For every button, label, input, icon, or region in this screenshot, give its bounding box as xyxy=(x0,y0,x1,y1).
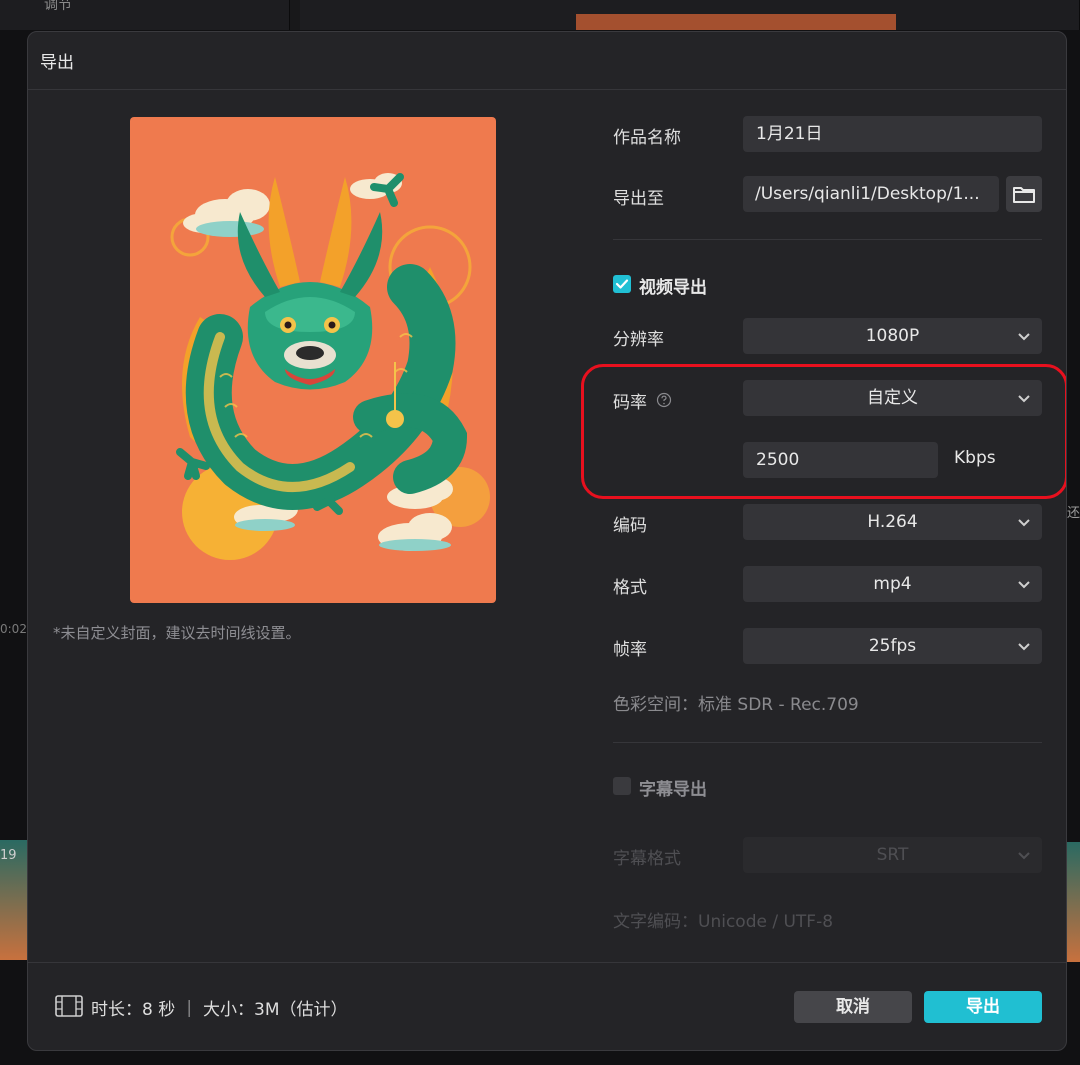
cover-note: *未自定义封面，建议去时间线设置。 xyxy=(53,624,301,642)
chevron-down-icon xyxy=(1018,643,1030,651)
bitrate-highlight-annotation xyxy=(581,364,1066,499)
background-top-label: 调节 xyxy=(44,0,72,13)
subtitle-format-label: 字幕格式 xyxy=(613,849,681,869)
format-value: mp4 xyxy=(873,574,912,594)
chevron-down-icon xyxy=(1018,333,1030,341)
export-path-input[interactable]: /Users/qianli1/Desktop/1... xyxy=(743,176,999,212)
dragon-illustration xyxy=(170,173,490,560)
chevron-down-icon xyxy=(1018,519,1030,527)
title-divider xyxy=(28,89,1066,90)
dialog-title: 导出 xyxy=(40,53,74,73)
resolution-select[interactable]: 1080P xyxy=(743,318,1042,354)
codec-select[interactable]: H.264 xyxy=(743,504,1042,540)
chevron-down-icon xyxy=(1018,581,1030,589)
codec-value: H.264 xyxy=(867,512,918,532)
codec-label: 编码 xyxy=(613,516,647,536)
background-timecode: 0:02 xyxy=(0,622,27,636)
text-encoding-info: 文字编码：Unicode / UTF-8 xyxy=(613,912,834,932)
format-select[interactable]: mp4 xyxy=(743,566,1042,602)
checkmark-icon xyxy=(615,279,629,289)
subtitle-export-label: 字幕导出 xyxy=(639,780,707,800)
export-dialog: 导出 *未自定义封面，建议去时间线设置。 作品名称 1月21日 导出至 /Use… xyxy=(27,31,1067,1051)
duration-size-info: 时长：8 秒 ｜ 大小：3M（估计） xyxy=(91,1000,348,1020)
framerate-label: 帧率 xyxy=(613,640,647,660)
framerate-value: 25fps xyxy=(868,636,917,656)
color-space-info: 色彩空间：标准 SDR - Rec.709 xyxy=(613,695,859,715)
section-divider xyxy=(613,742,1042,743)
format-label: 格式 xyxy=(613,578,647,598)
subtitle-format-value: SRT xyxy=(876,845,909,865)
work-name-input[interactable]: 1月21日 xyxy=(743,116,1042,152)
export-button[interactable]: 导出 xyxy=(924,991,1042,1023)
work-name-label: 作品名称 xyxy=(613,128,681,148)
background-clip-label: 19 xyxy=(0,848,17,863)
background-preview-strip xyxy=(576,14,896,30)
footer-divider xyxy=(28,962,1066,963)
browse-folder-button[interactable] xyxy=(1006,176,1042,212)
background-right-label: 还 xyxy=(1066,506,1080,521)
resolution-label: 分辨率 xyxy=(613,330,664,350)
film-icon xyxy=(55,995,83,1017)
background-clip-thumbnail-right xyxy=(1066,842,1080,962)
background-app-header: 调节 xyxy=(0,0,1080,30)
section-divider xyxy=(613,239,1042,240)
video-export-checkbox[interactable] xyxy=(613,275,631,293)
folder-icon xyxy=(1013,187,1035,203)
export-to-label: 导出至 xyxy=(613,189,664,209)
framerate-select[interactable]: 25fps xyxy=(743,628,1042,664)
subtitle-format-select[interactable]: SRT xyxy=(743,837,1042,873)
cancel-button[interactable]: 取消 xyxy=(794,991,912,1023)
cover-preview[interactable] xyxy=(130,117,496,603)
resolution-value: 1080P xyxy=(865,326,920,346)
video-export-label: 视频导出 xyxy=(639,278,707,298)
chevron-down-icon xyxy=(1018,852,1030,860)
subtitle-export-checkbox[interactable] xyxy=(613,777,631,795)
